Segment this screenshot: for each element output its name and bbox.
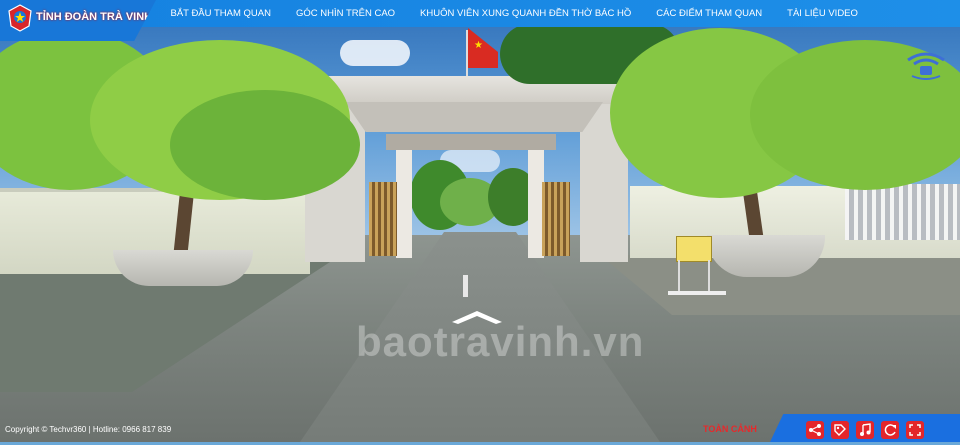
menu-item-video-materials[interactable]: TÀI LIỆU VIDEO <box>775 8 871 19</box>
menu-item-aerial-view[interactable]: GÓC NHÌN TRÊN CAO <box>283 8 407 19</box>
fullscreen-icon[interactable] <box>906 421 924 439</box>
cloud <box>340 40 410 66</box>
sign-leg <box>708 260 710 292</box>
gate-door-right <box>542 182 570 256</box>
view-label[interactable]: TOÀN CẢNH <box>703 424 757 434</box>
copyright-text: Copyright © Techvr360 | Hotline: 0966 81… <box>5 425 172 434</box>
gate-column <box>396 150 412 258</box>
sign-base <box>668 291 726 295</box>
tag-icon[interactable] <box>831 421 849 439</box>
sign-leg <box>678 260 680 292</box>
panorama-viewer[interactable]: ★ baotravinh.vn <box>0 0 960 442</box>
main-menu: BẮT ĐẦU THAM QUAN GÓC NHÌN TRÊN CAO KHUÔ… <box>158 0 870 27</box>
brand-logo-area[interactable]: TỈNH ĐOÀN TRÀ VINH <box>0 0 156 41</box>
auto-rotate-icon[interactable] <box>881 421 899 439</box>
gate-beam <box>345 102 603 132</box>
gate-sign <box>386 134 556 150</box>
music-icon[interactable] <box>856 421 874 439</box>
gyroscope-icon[interactable] <box>906 46 946 80</box>
menu-item-temple-grounds[interactable]: KHUÔN VIÊN XUNG QUANH ĐỀN THỜ BÁC HỒ <box>408 8 644 19</box>
road-marking <box>463 275 468 297</box>
watermark: baotravinh.vn <box>356 318 645 365</box>
menu-item-attractions[interactable]: CÁC ĐIỂM THAM QUAN <box>644 8 775 19</box>
gate-door-left <box>369 182 397 256</box>
youth-union-emblem-icon <box>8 4 32 32</box>
notice-sign <box>676 236 712 262</box>
share-icon[interactable] <box>806 421 824 439</box>
tree-canopy <box>170 90 360 200</box>
flagpole <box>466 30 468 78</box>
menu-item-start-tour[interactable]: BẮT ĐẦU THAM QUAN <box>158 8 283 19</box>
flag-star-icon: ★ <box>474 40 483 51</box>
brand-name: TỈNH ĐOÀN TRÀ VINH <box>36 11 153 23</box>
fence <box>845 184 960 240</box>
tree-planter-left <box>113 250 253 286</box>
